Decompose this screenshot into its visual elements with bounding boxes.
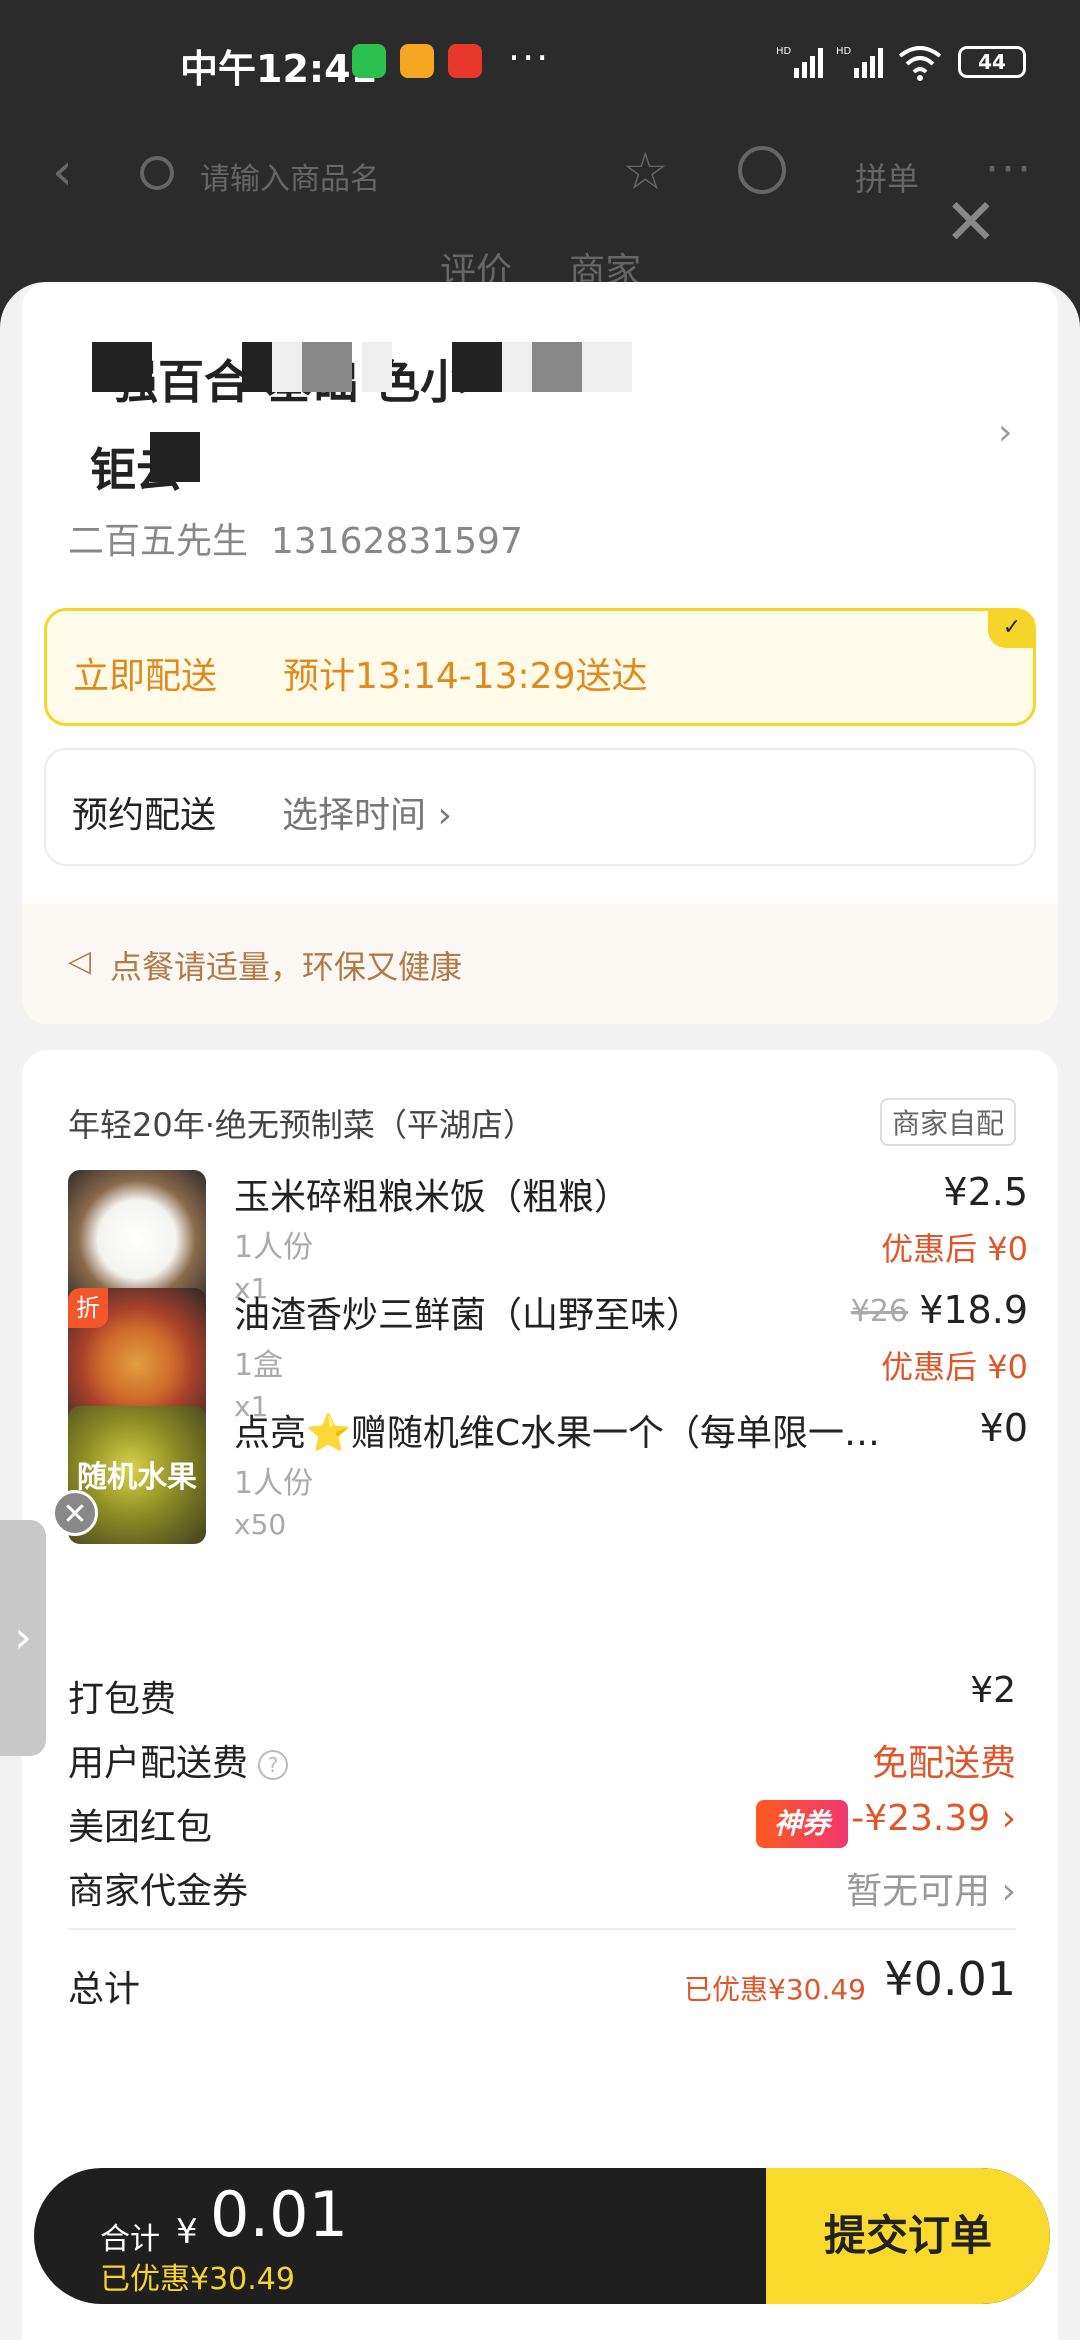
chat-icon[interactable] xyxy=(738,146,786,194)
total-currency: ¥ xyxy=(176,2212,198,2252)
schedule-delivery-label: 预约配送 xyxy=(72,795,217,836)
redaction-block xyxy=(362,342,392,392)
notes-app-icon xyxy=(400,44,434,78)
background-header: ‹ 请输入商品名 ☆ 拼单 ··· 评价 商家 xyxy=(0,124,1080,292)
redaction-block xyxy=(272,342,302,392)
item-discount-price: 优惠后 ¥0 xyxy=(881,1348,1028,1386)
taobao-icon xyxy=(448,44,482,78)
redaction-block xyxy=(502,342,532,392)
deliver-now-eta: 预计13:14-13:29送达 xyxy=(283,656,648,697)
close-icon[interactable]: ✕ xyxy=(944,186,998,260)
red-packet-row[interactable]: 美团红包 神券 -¥23.39 › xyxy=(68,1798,1016,1858)
thumbnail-text: 随机水果 xyxy=(77,1460,197,1495)
order-card: 年轻20年·绝无预制菜（平湖店） 商家自配 玉米碎粗粮米饭（粗粮） 1人份 x1… xyxy=(22,1050,1058,2340)
redaction-block xyxy=(150,432,200,482)
packing-fee-row: 打包费 ¥2 xyxy=(68,1670,1016,1730)
deliver-now-option[interactable]: 立即配送 预计13:14-13:29送达 ✓ xyxy=(44,608,1036,726)
packing-fee-value: ¥2 xyxy=(970,1670,1016,1711)
subtotal-saved: 已优惠¥30.49 xyxy=(684,1973,866,2006)
redaction-block xyxy=(582,342,632,392)
back-icon[interactable]: ‹ xyxy=(52,142,73,202)
help-icon[interactable]: ? xyxy=(258,1750,289,1780)
battery-icon: 44 xyxy=(958,46,1026,78)
item-price: ¥2.5 xyxy=(943,1170,1028,1214)
item-price: ¥0 xyxy=(979,1406,1028,1450)
checkout-bar: 合计 ¥ 0.01 已优惠¥30.49 提交订单 xyxy=(34,2168,1050,2304)
side-drawer-handle[interactable]: › xyxy=(0,1520,46,1756)
voucher-label: 商家代金券 xyxy=(68,1871,249,1912)
status-bar: 中午12:41 ··· HD HD 44 xyxy=(0,0,1080,124)
signal-icon-2: HD xyxy=(836,46,883,78)
delivery-fee-value: 免配送费 xyxy=(871,1743,1016,1784)
voucher-row[interactable]: 商家代金券 暂无可用 › xyxy=(68,1862,1016,1922)
saved-amount: 已优惠¥30.49 xyxy=(100,2262,295,2297)
svg-text:HD: HD xyxy=(776,46,792,57)
packing-fee-label: 打包费 xyxy=(68,1679,177,1720)
item-name: 点亮⭐赠随机维C水果一个（每单限一… xyxy=(234,1413,880,1454)
favorite-icon[interactable]: ☆ xyxy=(622,142,669,202)
address-card[interactable]: 强百合 基础 色小 钜云 › 二百五先生 13162831597 立即配送 预计… xyxy=(22,282,1058,1024)
shop-name[interactable]: 年轻20年·绝无预制菜（平湖店） xyxy=(68,1100,535,1146)
redaction-block xyxy=(452,342,502,392)
item-name: 玉米碎粗粮米饭（粗粮） xyxy=(234,1177,631,1218)
remove-item-button[interactable]: ✕ xyxy=(52,1490,98,1536)
item-discount-price: 优惠后 ¥0 xyxy=(881,1230,1028,1268)
deliver-now-label: 立即配送 xyxy=(73,656,218,697)
checkout-sheet: 强百合 基础 色小 钜云 › 二百五先生 13162831597 立即配送 预计… xyxy=(0,282,1080,2340)
svg-text:HD: HD xyxy=(836,46,852,57)
tip-bar: ◁ 点餐请适量，环保又健康 xyxy=(22,904,1058,1024)
list-item[interactable]: 随机水果 点亮⭐赠随机维C水果一个（每单限一… 1人份 x50 ¥0 xyxy=(68,1406,1028,1566)
item-spec: 1人份 xyxy=(234,1230,314,1265)
item-price: ¥18.9 xyxy=(919,1288,1028,1332)
total-amount: 0.01 xyxy=(210,2178,349,2251)
search-icon xyxy=(140,156,174,190)
selected-check-icon: ✓ xyxy=(988,608,1036,648)
wifi-icon xyxy=(898,46,942,81)
chevron-right-icon: › xyxy=(998,412,1013,453)
item-spec: 1盒 xyxy=(234,1348,284,1383)
item-spec: 1人份 xyxy=(234,1466,314,1501)
delivery-fee-row: 用户配送费? 免配送费 xyxy=(68,1734,1016,1794)
item-qty: x50 xyxy=(234,1508,287,1541)
contact-name: 二百五先生 xyxy=(68,521,249,562)
status-time: 中午12:41 xyxy=(180,47,377,91)
total-label: 合计 xyxy=(100,2222,160,2257)
subtotal-row: 总计 已优惠¥30.49 ¥0.01 xyxy=(68,1952,1016,2020)
redaction-block xyxy=(302,342,352,392)
schedule-delivery-option[interactable]: 预约配送 选择时间 › xyxy=(44,748,1036,866)
contact-info: 二百五先生 13162831597 xyxy=(68,512,523,564)
subtotal-value: ¥0.01 xyxy=(884,1952,1016,2006)
red-packet-label: 美团红包 xyxy=(68,1807,213,1848)
schedule-time-value: 选择时间 › xyxy=(282,795,452,836)
wechat-icon xyxy=(352,44,386,78)
discount-tag: 折 xyxy=(68,1288,108,1328)
tip-text: 点餐请适量，环保又健康 xyxy=(110,948,463,986)
delivery-fee-label: 用户配送费? xyxy=(68,1734,289,1786)
delivery-badge: 商家自配 xyxy=(880,1098,1017,1146)
signal-icon: HD xyxy=(776,46,823,78)
search-input[interactable]: 请输入商品名 xyxy=(200,154,380,198)
subtotal-label: 总计 xyxy=(68,1969,141,2010)
contact-phone: 13162831597 xyxy=(270,521,523,562)
red-packet-value: -¥23.39 › xyxy=(851,1798,1016,1839)
speaker-icon: ◁ xyxy=(68,944,92,979)
super-coupon-badge: 神券 xyxy=(756,1800,848,1848)
redaction-block xyxy=(532,342,582,392)
divider xyxy=(68,1928,1016,1930)
more-notifications-icon: ··· xyxy=(508,36,551,80)
redaction-block xyxy=(92,342,152,392)
item-name: 油渣香炒三鲜菌（山野至味） xyxy=(234,1295,703,1336)
group-order-button[interactable]: 拼单 xyxy=(855,154,919,200)
submit-order-button[interactable]: 提交订单 xyxy=(766,2168,1050,2304)
item-original-price: ¥26 xyxy=(850,1294,908,1329)
voucher-value: 暂无可用 › xyxy=(846,1871,1016,1912)
